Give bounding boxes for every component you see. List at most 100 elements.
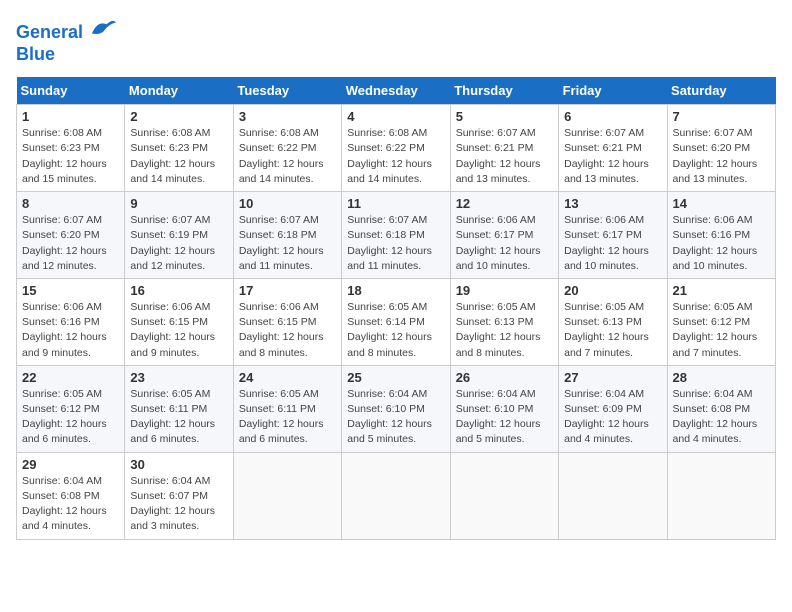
- calendar-header: SundayMondayTuesdayWednesdayThursdayFrid…: [17, 77, 776, 105]
- day-number: 9: [130, 196, 227, 211]
- day-number: 8: [22, 196, 119, 211]
- day-info: Sunrise: 6:08 AMSunset: 6:23 PMDaylight:…: [22, 126, 119, 187]
- calendar-cell: 6 Sunrise: 6:07 AMSunset: 6:21 PMDaylight…: [559, 105, 667, 192]
- calendar-cell: 26 Sunrise: 6:04 AMSunset: 6:10 PMDayligh…: [450, 365, 558, 452]
- calendar-cell: 13 Sunrise: 6:06 AMSunset: 6:17 PMDayligh…: [559, 192, 667, 279]
- calendar-cell: 17 Sunrise: 6:06 AMSunset: 6:15 PMDayligh…: [233, 278, 341, 365]
- calendar-cell: 27 Sunrise: 6:04 AMSunset: 6:09 PMDayligh…: [559, 365, 667, 452]
- calendar-cell: 7 Sunrise: 6:07 AMSunset: 6:20 PMDaylight…: [667, 105, 775, 192]
- calendar-cell: 3Sunrise: 6:08 AMSunset: 6:22 PMDaylight…: [233, 105, 341, 192]
- day-info: Sunrise: 6:04 AMSunset: 6:09 PMDaylight:…: [564, 387, 661, 448]
- day-info: Sunrise: 6:07 AMSunset: 6:21 PMDaylight:…: [456, 126, 553, 187]
- day-header-monday: Monday: [125, 77, 233, 105]
- day-info: Sunrise: 6:04 AMSunset: 6:08 PMDaylight:…: [673, 387, 770, 448]
- day-number: 12: [456, 196, 553, 211]
- day-number: 22: [22, 370, 119, 385]
- day-info: Sunrise: 6:05 AMSunset: 6:11 PMDaylight:…: [239, 387, 336, 448]
- day-info: Sunrise: 6:07 AMSunset: 6:18 PMDaylight:…: [239, 213, 336, 274]
- day-info: Sunrise: 6:06 AMSunset: 6:15 PMDaylight:…: [239, 300, 336, 361]
- day-header-thursday: Thursday: [450, 77, 558, 105]
- calendar-cell: 8 Sunrise: 6:07 AMSunset: 6:20 PMDaylight…: [17, 192, 125, 279]
- day-number: 4: [347, 109, 444, 124]
- calendar-cell: 15 Sunrise: 6:06 AMSunset: 6:16 PMDayligh…: [17, 278, 125, 365]
- calendar-cell: 16 Sunrise: 6:06 AMSunset: 6:15 PMDayligh…: [125, 278, 233, 365]
- logo-blue: Blue: [16, 44, 55, 64]
- calendar-cell: 12 Sunrise: 6:06 AMSunset: 6:17 PMDayligh…: [450, 192, 558, 279]
- logo-general: General: [16, 22, 83, 42]
- calendar-cell: 11 Sunrise: 6:07 AMSunset: 6:18 PMDayligh…: [342, 192, 450, 279]
- logo: General Blue: [16, 16, 118, 65]
- day-number: 27: [564, 370, 661, 385]
- day-info: Sunrise: 6:06 AMSunset: 6:16 PMDaylight:…: [22, 300, 119, 361]
- calendar-cell: 20 Sunrise: 6:05 AMSunset: 6:13 PMDayligh…: [559, 278, 667, 365]
- day-number: 26: [456, 370, 553, 385]
- day-number: 14: [673, 196, 770, 211]
- calendar-cell: 2Sunrise: 6:08 AMSunset: 6:23 PMDaylight…: [125, 105, 233, 192]
- calendar-table: SundayMondayTuesdayWednesdayThursdayFrid…: [16, 77, 776, 539]
- day-info: Sunrise: 6:07 AMSunset: 6:18 PMDaylight:…: [347, 213, 444, 274]
- day-number: 29: [22, 457, 119, 472]
- day-info: Sunrise: 6:05 AMSunset: 6:14 PMDaylight:…: [347, 300, 444, 361]
- calendar-cell: 18Sunrise: 6:05 AMSunset: 6:14 PMDayligh…: [342, 278, 450, 365]
- day-info: Sunrise: 6:05 AMSunset: 6:12 PMDaylight:…: [673, 300, 770, 361]
- day-number: 21: [673, 283, 770, 298]
- day-number: 30: [130, 457, 227, 472]
- calendar-cell: 29 Sunrise: 6:04 AMSunset: 6:08 PMDayligh…: [17, 452, 125, 539]
- week-row-5: 29 Sunrise: 6:04 AMSunset: 6:08 PMDayligh…: [17, 452, 776, 539]
- day-header-sunday: Sunday: [17, 77, 125, 105]
- day-info: Sunrise: 6:06 AMSunset: 6:17 PMDaylight:…: [456, 213, 553, 274]
- day-number: 20: [564, 283, 661, 298]
- day-number: 25: [347, 370, 444, 385]
- calendar-cell: [450, 452, 558, 539]
- day-info: Sunrise: 6:06 AMSunset: 6:17 PMDaylight:…: [564, 213, 661, 274]
- week-row-1: 1Sunrise: 6:08 AMSunset: 6:23 PMDaylight…: [17, 105, 776, 192]
- day-info: Sunrise: 6:05 AMSunset: 6:11 PMDaylight:…: [130, 387, 227, 448]
- day-number: 6: [564, 109, 661, 124]
- day-number: 5: [456, 109, 553, 124]
- day-number: 3: [239, 109, 336, 124]
- day-info: Sunrise: 6:07 AMSunset: 6:19 PMDaylight:…: [130, 213, 227, 274]
- day-number: 7: [673, 109, 770, 124]
- day-info: Sunrise: 6:05 AMSunset: 6:12 PMDaylight:…: [22, 387, 119, 448]
- day-number: 17: [239, 283, 336, 298]
- day-info: Sunrise: 6:07 AMSunset: 6:21 PMDaylight:…: [564, 126, 661, 187]
- day-number: 13: [564, 196, 661, 211]
- day-info: Sunrise: 6:04 AMSunset: 6:07 PMDaylight:…: [130, 474, 227, 535]
- calendar-cell: 30 Sunrise: 6:04 AMSunset: 6:07 PMDayligh…: [125, 452, 233, 539]
- header-row: SundayMondayTuesdayWednesdayThursdayFrid…: [17, 77, 776, 105]
- calendar-cell: 19Sunrise: 6:05 AMSunset: 6:13 PMDayligh…: [450, 278, 558, 365]
- calendar-cell: 5 Sunrise: 6:07 AMSunset: 6:21 PMDaylight…: [450, 105, 558, 192]
- day-info: Sunrise: 6:06 AMSunset: 6:15 PMDaylight:…: [130, 300, 227, 361]
- day-info: Sunrise: 6:07 AMSunset: 6:20 PMDaylight:…: [22, 213, 119, 274]
- day-info: Sunrise: 6:06 AMSunset: 6:16 PMDaylight:…: [673, 213, 770, 274]
- week-row-3: 15 Sunrise: 6:06 AMSunset: 6:16 PMDayligh…: [17, 278, 776, 365]
- day-info: Sunrise: 6:04 AMSunset: 6:10 PMDaylight:…: [347, 387, 444, 448]
- day-number: 28: [673, 370, 770, 385]
- calendar-cell: 25 Sunrise: 6:04 AMSunset: 6:10 PMDayligh…: [342, 365, 450, 452]
- calendar-cell: [342, 452, 450, 539]
- day-number: 16: [130, 283, 227, 298]
- day-header-wednesday: Wednesday: [342, 77, 450, 105]
- week-row-4: 22 Sunrise: 6:05 AMSunset: 6:12 PMDayligh…: [17, 365, 776, 452]
- day-info: Sunrise: 6:08 AMSunset: 6:23 PMDaylight:…: [130, 126, 227, 187]
- day-info: Sunrise: 6:05 AMSunset: 6:13 PMDaylight:…: [564, 300, 661, 361]
- calendar-cell: 1Sunrise: 6:08 AMSunset: 6:23 PMDaylight…: [17, 105, 125, 192]
- calendar-cell: [559, 452, 667, 539]
- calendar-cell: 22 Sunrise: 6:05 AMSunset: 6:12 PMDayligh…: [17, 365, 125, 452]
- day-number: 15: [22, 283, 119, 298]
- calendar-cell: 23 Sunrise: 6:05 AMSunset: 6:11 PMDayligh…: [125, 365, 233, 452]
- calendar-cell: 10 Sunrise: 6:07 AMSunset: 6:18 PMDayligh…: [233, 192, 341, 279]
- calendar-cell: 9 Sunrise: 6:07 AMSunset: 6:19 PMDaylight…: [125, 192, 233, 279]
- day-info: Sunrise: 6:04 AMSunset: 6:08 PMDaylight:…: [22, 474, 119, 535]
- day-header-saturday: Saturday: [667, 77, 775, 105]
- day-number: 23: [130, 370, 227, 385]
- calendar-cell: [233, 452, 341, 539]
- day-info: Sunrise: 6:04 AMSunset: 6:10 PMDaylight:…: [456, 387, 553, 448]
- page-header: General Blue: [16, 16, 776, 65]
- calendar-cell: [667, 452, 775, 539]
- week-row-2: 8 Sunrise: 6:07 AMSunset: 6:20 PMDaylight…: [17, 192, 776, 279]
- calendar-cell: 21 Sunrise: 6:05 AMSunset: 6:12 PMDayligh…: [667, 278, 775, 365]
- day-number: 11: [347, 196, 444, 211]
- day-number: 10: [239, 196, 336, 211]
- day-info: Sunrise: 6:07 AMSunset: 6:20 PMDaylight:…: [673, 126, 770, 187]
